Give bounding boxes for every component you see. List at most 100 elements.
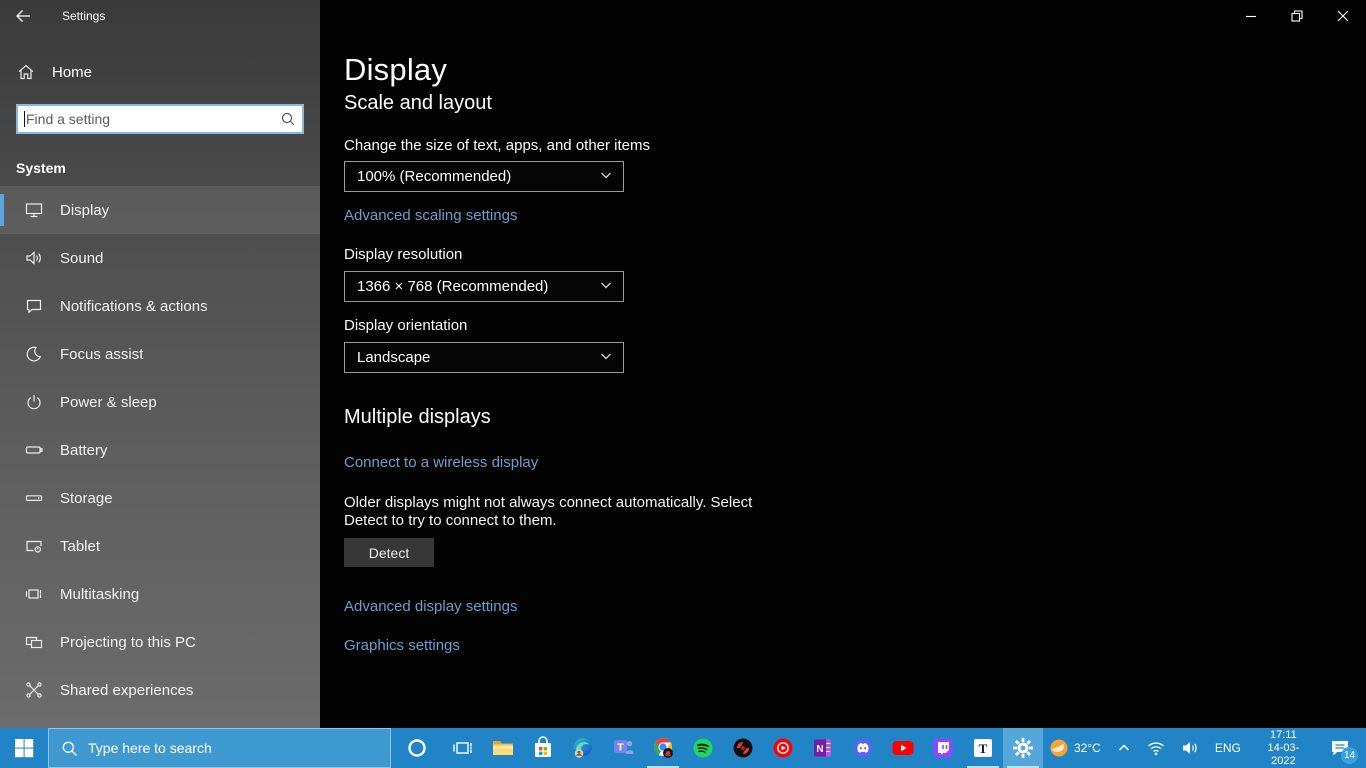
microsoft-store-button[interactable]: [523, 728, 563, 768]
sidebar-item-home[interactable]: Home: [0, 54, 320, 90]
spotify-button[interactable]: [683, 728, 723, 768]
speaker-icon: [1181, 740, 1199, 756]
sidebar-item-shared-experiences[interactable]: Shared experiences: [0, 666, 320, 714]
language-label: ENG: [1215, 741, 1241, 755]
resolution-dropdown[interactable]: 1366 × 768 (Recommended): [344, 271, 624, 302]
microsoft-edge-icon: [571, 736, 595, 760]
sidebar-item-label: Battery: [60, 442, 108, 459]
shared-experiences-icon: [24, 680, 44, 700]
chevron-up-icon: [1117, 741, 1131, 755]
sidebar-item-projecting[interactable]: Projecting to this PC: [0, 618, 320, 666]
window-controls: [1228, 0, 1366, 32]
sidebar-item-notifications[interactable]: Notifications & actions: [0, 282, 320, 330]
graphics-settings-link[interactable]: Graphics settings: [344, 637, 460, 654]
discord-button[interactable]: [843, 728, 883, 768]
sidebar-item-multitasking[interactable]: Multitasking: [0, 570, 320, 618]
settings-window: Settings Home System Display: [0, 0, 1366, 728]
cortana-button[interactable]: [391, 728, 443, 768]
discord-icon: [851, 736, 875, 760]
google-chrome-icon: [651, 736, 675, 760]
scale-and-layout-heading: Scale and layout: [344, 92, 492, 115]
microsoft-teams-button[interactable]: T: [603, 728, 643, 768]
sidebar-item-label: Projecting to this PC: [60, 634, 196, 651]
restore-button[interactable]: [1274, 0, 1320, 32]
close-button[interactable]: [1320, 0, 1366, 32]
volume-button[interactable]: [1176, 728, 1204, 768]
typora-button[interactable]: T: [963, 728, 1003, 768]
language-indicator[interactable]: ENG: [1210, 728, 1246, 768]
tray-overflow-button[interactable]: [1112, 728, 1136, 768]
microsoft-edge-button[interactable]: [563, 728, 603, 768]
time-label: 17:11: [1258, 729, 1309, 742]
sidebar-item-sound[interactable]: Sound: [0, 234, 320, 282]
sidebar-item-display[interactable]: Display: [0, 186, 320, 234]
twitch-icon: [931, 736, 955, 760]
chevron-down-icon: [599, 349, 613, 367]
advanced-display-settings-link[interactable]: Advanced display settings: [344, 598, 517, 615]
sidebar-item-tablet[interactable]: Tablet: [0, 522, 320, 570]
search-icon: [61, 740, 78, 757]
scale-dropdown[interactable]: 100% (Recommended): [344, 161, 624, 192]
settings-taskbar-button[interactable]: [1003, 728, 1043, 768]
scale-dropdown-value: 100% (Recommended): [357, 168, 511, 185]
back-button[interactable]: [0, 0, 46, 32]
microsoft-teams-icon: T: [611, 736, 635, 760]
taskbar: Type here to search: [0, 728, 1366, 768]
back-arrow-icon: [15, 8, 31, 24]
sidebar-item-label: Tablet: [60, 538, 100, 555]
battery-icon: [24, 440, 44, 460]
taskbar-search-box[interactable]: Type here to search: [48, 728, 391, 768]
sidebar-item-focus-assist[interactable]: Focus assist: [0, 330, 320, 378]
connect-wireless-display-link[interactable]: Connect to a wireless display: [344, 454, 538, 471]
home-icon: [16, 62, 36, 82]
sidebar-item-storage[interactable]: Storage: [0, 474, 320, 522]
sidebar: Settings Home System Display: [0, 0, 320, 728]
system-tray: 32°C ENG 17:11 14-03-2022: [1043, 728, 1366, 768]
file-explorer-button[interactable]: [483, 728, 523, 768]
window-title: Settings: [62, 9, 105, 23]
task-view-button[interactable]: [443, 728, 483, 768]
sidebar-item-label: Storage: [60, 490, 113, 507]
red-emblem-app-button[interactable]: [723, 728, 763, 768]
minimize-button[interactable]: [1228, 0, 1274, 32]
clock[interactable]: 17:11 14-03-2022: [1252, 728, 1315, 768]
search-icon[interactable]: [280, 111, 296, 132]
chevron-down-icon: [599, 278, 613, 296]
orientation-dropdown[interactable]: Landscape: [344, 342, 624, 373]
resolution-dropdown-value: 1366 × 768 (Recommended): [357, 278, 548, 295]
svg-text:T: T: [979, 741, 988, 756]
network-button[interactable]: [1142, 728, 1170, 768]
weather-widget[interactable]: 32°C: [1043, 728, 1106, 768]
advanced-scaling-settings-link[interactable]: Advanced scaling settings: [344, 207, 517, 224]
orientation-dropdown-value: Landscape: [357, 349, 430, 366]
display-resolution-label: Display resolution: [344, 246, 462, 263]
google-chrome-button[interactable]: [643, 728, 683, 768]
multitasking-icon: [24, 584, 44, 604]
red-emblem-app-icon: [731, 736, 755, 760]
onenote-button[interactable]: N: [803, 728, 843, 768]
minimize-icon: [1245, 10, 1257, 22]
focus-assist-icon: [24, 344, 44, 364]
action-center-button[interactable]: 14: [1321, 728, 1360, 768]
youtube-music-button[interactable]: [763, 728, 803, 768]
search-input[interactable]: [16, 104, 304, 134]
display-settings-page: Display Scale and layout Change the size…: [344, 0, 1366, 728]
svg-text:N: N: [816, 744, 823, 755]
text-caret: [24, 111, 25, 127]
main-content: Display Scale and layout Change the size…: [320, 0, 1366, 728]
close-icon: [1337, 10, 1349, 22]
typora-icon: T: [971, 736, 995, 760]
projecting-icon: [24, 632, 44, 652]
microsoft-store-icon: [531, 736, 555, 760]
detect-button[interactable]: Detect: [344, 538, 434, 567]
sidebar-item-power-sleep[interactable]: Power & sleep: [0, 378, 320, 426]
sound-icon: [24, 248, 44, 268]
twitch-button[interactable]: [923, 728, 963, 768]
sidebar-item-battery[interactable]: Battery: [0, 426, 320, 474]
detect-description: Older displays might not always connect …: [344, 494, 796, 530]
svg-text:T: T: [617, 742, 624, 754]
sidebar-item-label: Multitasking: [60, 586, 139, 603]
spotify-icon: [691, 736, 715, 760]
youtube-button[interactable]: [883, 728, 923, 768]
start-button[interactable]: [0, 728, 48, 768]
